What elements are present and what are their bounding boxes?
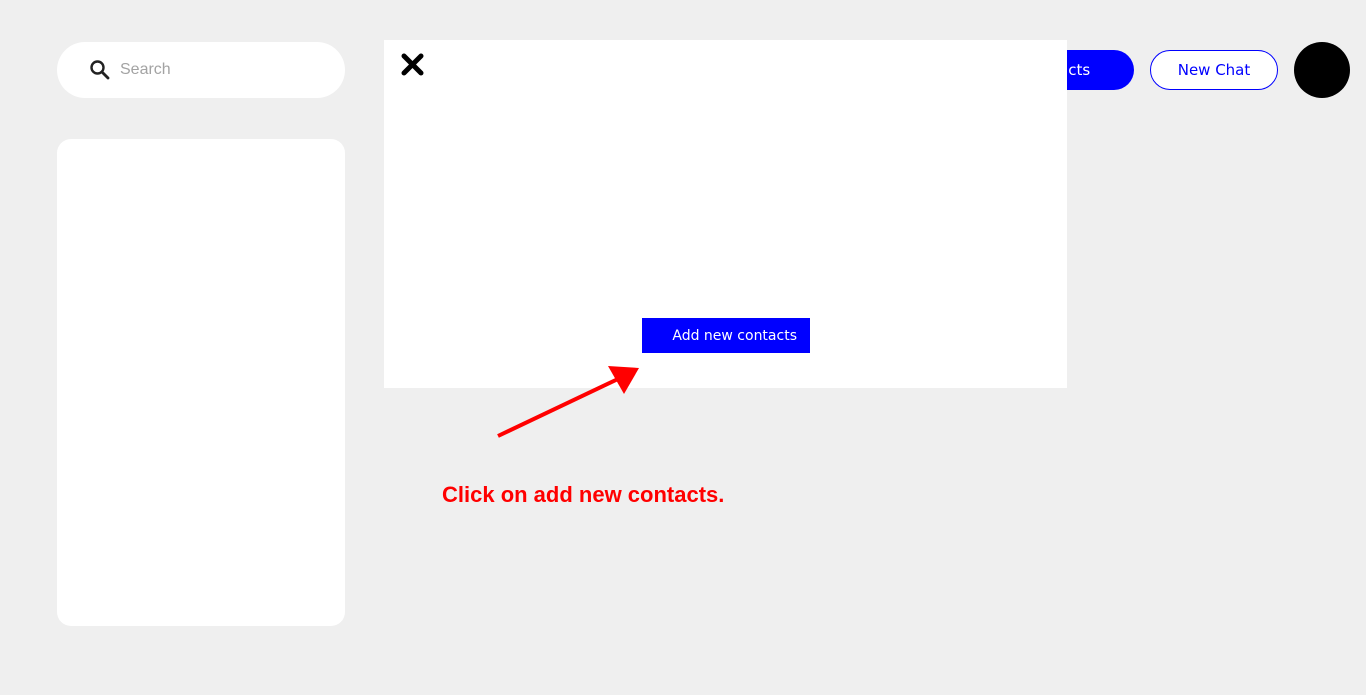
add-contacts-modal: Add new contacts (384, 40, 1067, 388)
annotation-instruction: Click on add new contacts. (442, 482, 725, 507)
annotation-arrow-icon (497, 366, 639, 438)
new-chat-button[interactable]: New Chat (1150, 50, 1278, 90)
search-icon (89, 59, 111, 81)
search-bar[interactable] (57, 42, 345, 98)
page: Contacts New Chat Add new contacts Click… (0, 0, 1366, 695)
close-icon[interactable] (400, 52, 425, 77)
contact-list-panel (57, 139, 345, 626)
search-input[interactable] (120, 61, 320, 79)
add-new-contacts-button[interactable]: Add new contacts (642, 318, 810, 353)
avatar[interactable] (1294, 42, 1350, 98)
